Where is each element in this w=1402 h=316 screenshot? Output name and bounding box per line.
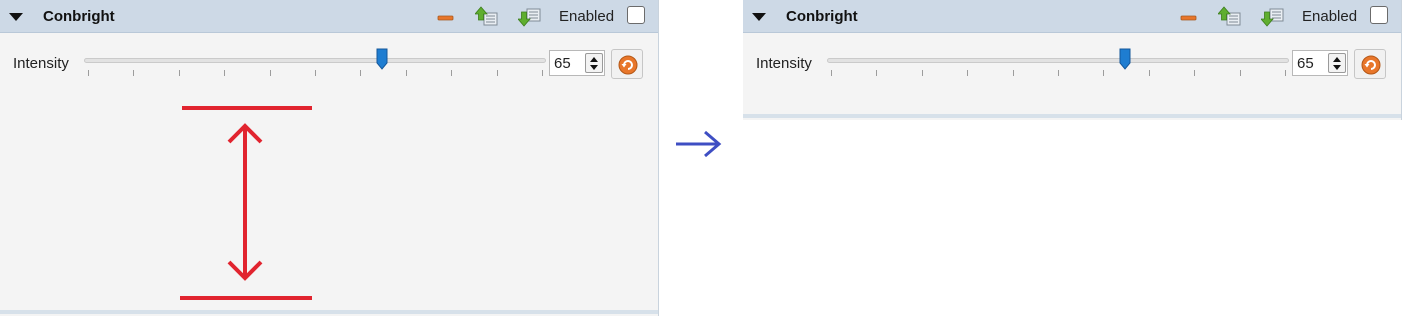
slider-tick: [967, 70, 969, 76]
height-annotation: [180, 106, 312, 300]
slider-tick: [1058, 70, 1059, 76]
enabled-label: Enabled: [1302, 8, 1358, 25]
move-up-icon[interactable]: [1218, 6, 1242, 28]
slider-tick: [831, 70, 832, 76]
slider-tick: [1103, 70, 1105, 76]
module-header[interactable]: Conbright Enabled: [743, 0, 1401, 33]
intensity-spinbox[interactable]: 65: [1292, 50, 1348, 76]
slider-tick: [921, 70, 923, 76]
transition-arrow-icon: [676, 130, 722, 158]
move-down-icon[interactable]: [1261, 6, 1285, 28]
reset-icon: [1361, 55, 1381, 75]
slider-tick: [1285, 70, 1286, 76]
module-title: Conbright: [786, 8, 858, 25]
slider-tick: [1148, 70, 1150, 76]
enabled-checkbox[interactable]: [1370, 6, 1388, 24]
slider-tick: [876, 70, 878, 76]
minimize-icon[interactable]: [1177, 6, 1201, 28]
spin-down-icon[interactable]: [1333, 65, 1341, 70]
slider-tick: [1239, 70, 1241, 76]
collapse-arrow-icon[interactable]: [752, 13, 766, 21]
intensity-label: Intensity: [756, 55, 812, 72]
intensity-slider-track[interactable]: [827, 58, 1289, 63]
slider-tick: [1194, 70, 1196, 76]
module-panel-after: Conbright Enabled Intensity 65: [743, 0, 1402, 120]
panel-bottom-strip: [743, 114, 1401, 118]
reset-button[interactable]: [1354, 49, 1386, 79]
slider-tick: [1012, 70, 1014, 76]
spin-up-icon[interactable]: [1333, 57, 1341, 62]
intensity-value[interactable]: 65: [1297, 55, 1314, 72]
intensity-slider-handle[interactable]: [1119, 48, 1131, 70]
spin-buttons[interactable]: [1328, 53, 1346, 73]
